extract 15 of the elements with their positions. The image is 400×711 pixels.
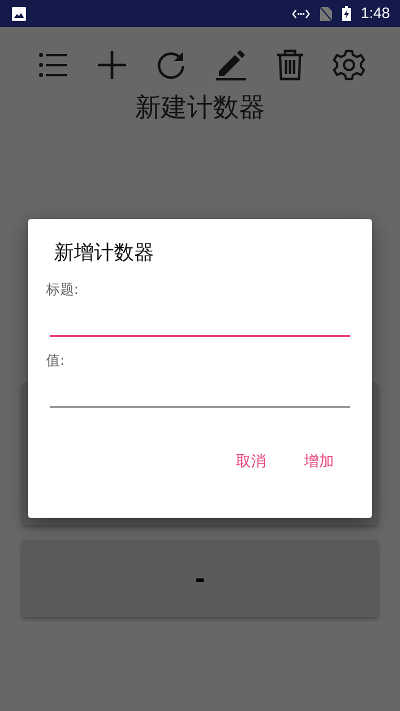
pencil-icon[interactable] — [214, 49, 247, 81]
no-sim-icon — [320, 6, 332, 20]
page-title: 新建计数器 — [135, 92, 265, 125]
field-label: 值: — [46, 352, 65, 370]
settings-icon[interactable] — [332, 49, 365, 81]
image-icon — [12, 6, 26, 20]
status-time: 1:48 — [360, 5, 390, 22]
data-saver-icon — [292, 8, 310, 18]
add-icon[interactable] — [96, 49, 128, 81]
battery-charging-icon — [342, 6, 351, 21]
dialog-button[interactable]: 取消 — [230, 448, 272, 475]
decrement-button[interactable]: - — [22, 540, 378, 617]
dialog-button[interactable]: 增加 — [298, 448, 340, 475]
dialog-title: 新增计数器 — [54, 239, 154, 266]
field-label: 标题: — [46, 281, 79, 299]
